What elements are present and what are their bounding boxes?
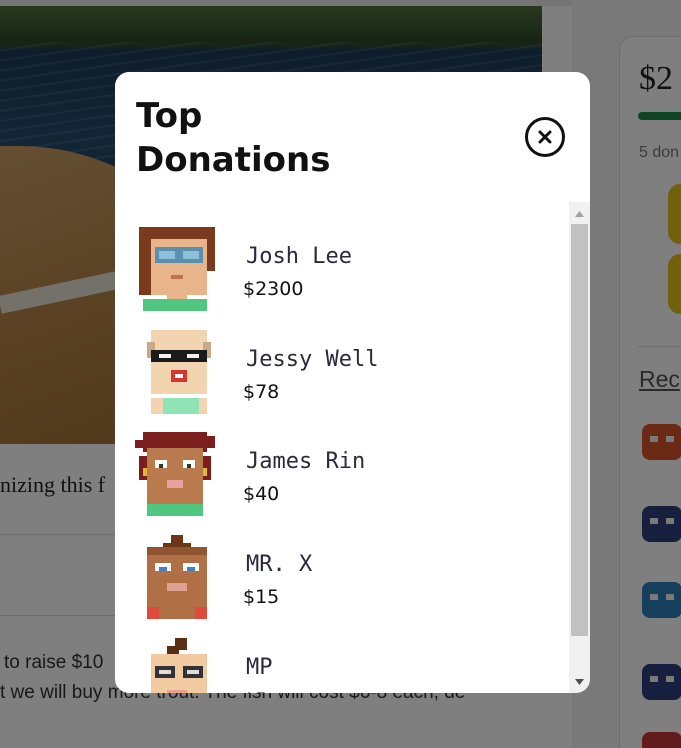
list-item: MP $5 (115, 638, 569, 693)
scroll-thumb[interactable] (571, 224, 588, 636)
avatar-icon (135, 432, 215, 516)
close-button[interactable] (525, 117, 565, 157)
donor-amount: $5 (243, 689, 267, 693)
donor-list[interactable]: Josh Lee $2300 Jessy Well $78 James Rin … (115, 202, 569, 693)
avatar-icon (147, 330, 211, 414)
donor-amount: $78 (243, 381, 280, 403)
scrollbar[interactable] (569, 202, 590, 693)
avatar-icon (147, 535, 207, 619)
donor-amount: $15 (243, 586, 280, 608)
top-donations-modal: Top Donations Josh Lee $2300 Jessy Well … (115, 72, 590, 693)
avatar-icon (139, 227, 215, 311)
list-item: Jessy Well $78 (115, 330, 569, 430)
list-item: Josh Lee $2300 (115, 227, 569, 327)
donor-name: James Rin (246, 449, 366, 474)
avatar-icon (151, 638, 207, 693)
donor-name: MR. X (246, 552, 313, 577)
donor-amount: $2300 (243, 278, 304, 300)
list-item: MR. X $15 (115, 535, 569, 635)
donor-amount: $40 (243, 483, 280, 505)
donor-name: MP (246, 655, 273, 680)
donor-name: Josh Lee (246, 244, 352, 269)
donor-name: Jessy Well (246, 347, 379, 372)
close-x-icon (538, 130, 552, 144)
scroll-down-arrow-icon[interactable] (569, 673, 590, 690)
modal-title: Top Donations (136, 96, 331, 180)
list-item: James Rin $40 (115, 432, 569, 532)
scroll-up-arrow-icon[interactable] (569, 205, 590, 222)
